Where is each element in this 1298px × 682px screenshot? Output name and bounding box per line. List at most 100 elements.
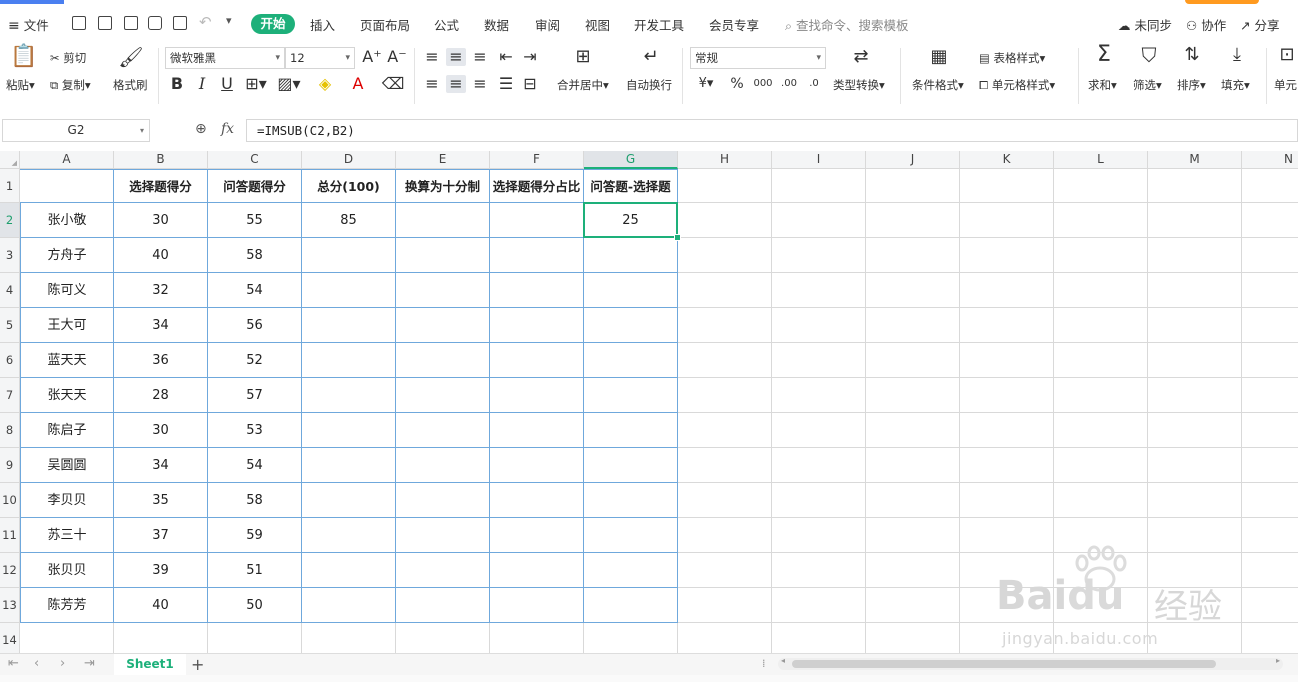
table-cell[interactable]: 35 (114, 483, 208, 518)
empty-cell[interactable] (866, 343, 960, 378)
student-name-cell[interactable]: 吴圆圆 (20, 448, 114, 483)
empty-cell[interactable] (1242, 238, 1298, 273)
first-sheet-icon[interactable]: ⇤ (8, 656, 19, 671)
table-cell[interactable] (490, 588, 584, 623)
empty-cell[interactable] (396, 623, 490, 653)
table-cell[interactable]: 25 (584, 203, 678, 238)
row-header-6[interactable]: 6 (0, 343, 20, 378)
cell-icon[interactable]: ⊡ (1276, 46, 1298, 64)
empty-cell[interactable] (960, 588, 1054, 623)
empty-cell[interactable] (678, 518, 772, 553)
empty-cell[interactable] (1148, 623, 1242, 653)
empty-cell[interactable] (960, 378, 1054, 413)
zoom-function-icon[interactable]: ⊕ (195, 121, 207, 137)
empty-cell[interactable] (1148, 378, 1242, 413)
sync-status[interactable]: ☁ 未同步 (1118, 15, 1172, 34)
scroll-right-icon[interactable]: ▸ (1276, 656, 1280, 665)
empty-cell[interactable] (960, 238, 1054, 273)
table-cell[interactable]: 39 (114, 553, 208, 588)
student-name-cell[interactable]: 方舟子 (20, 238, 114, 273)
empty-cell[interactable] (1242, 588, 1298, 623)
table-cell[interactable] (490, 483, 584, 518)
align-bottom-icon[interactable]: ≡ (470, 48, 490, 66)
table-header-cell[interactable]: 选择题得分占比 (490, 169, 584, 203)
table-cell[interactable]: 53 (208, 413, 302, 448)
fill-down-icon[interactable]: ⤓ (1225, 46, 1249, 64)
row-header-13[interactable]: 13 (0, 588, 20, 623)
clear-format-icon[interactable]: ⌫ (380, 75, 406, 93)
align-left-icon[interactable]: ≡ (422, 75, 442, 93)
table-cell[interactable]: 36 (114, 343, 208, 378)
tab-view[interactable]: 视图 (585, 15, 610, 34)
column-header-c[interactable]: C (208, 151, 302, 169)
share-button[interactable]: ↗ 分享 (1240, 15, 1279, 34)
row-header-8[interactable]: 8 (0, 413, 20, 448)
table-cell[interactable] (490, 448, 584, 483)
empty-cell[interactable] (1242, 343, 1298, 378)
empty-cell[interactable] (1148, 413, 1242, 448)
column-header-f[interactable]: F (490, 151, 584, 169)
table-cell[interactable] (396, 378, 490, 413)
empty-cell[interactable] (772, 203, 866, 238)
empty-cell[interactable] (866, 308, 960, 343)
quick-access-more-icon[interactable]: ▾ (226, 14, 232, 27)
paste-icon[interactable]: 📋 (10, 46, 37, 68)
tab-home[interactable]: 开始 (251, 14, 295, 34)
currency-icon[interactable]: ¥▾ (694, 75, 718, 93)
print-preview-icon[interactable] (173, 16, 187, 30)
table-cell[interactable] (302, 273, 396, 308)
fill-color-icon[interactable]: ◈ (312, 75, 338, 93)
justify-icon[interactable]: ☰ (496, 75, 516, 93)
number-format-select[interactable]: 常规 ▾ (690, 47, 826, 69)
empty-cell[interactable] (1054, 273, 1148, 308)
empty-cell[interactable] (960, 518, 1054, 553)
empty-cell[interactable] (1148, 483, 1242, 518)
align-center-icon[interactable]: ≡ (446, 75, 466, 93)
increase-indent-icon[interactable]: ⇥ (520, 48, 540, 66)
table-header-cell[interactable]: 选择题得分 (114, 169, 208, 203)
table-cell[interactable]: 58 (208, 483, 302, 518)
empty-cell[interactable] (866, 203, 960, 238)
scroll-split-icon[interactable]: ⁞ (762, 657, 766, 670)
empty-cell[interactable] (584, 623, 678, 653)
tab-data[interactable]: 数据 (484, 15, 509, 34)
align-right-icon[interactable]: ≡ (470, 75, 490, 93)
table-cell[interactable] (396, 343, 490, 378)
empty-cell[interactable] (960, 169, 1054, 203)
table-cell[interactable] (396, 483, 490, 518)
row-header-5[interactable]: 5 (0, 308, 20, 343)
increase-font-icon[interactable]: A⁺ (362, 48, 382, 66)
empty-cell[interactable] (1148, 518, 1242, 553)
empty-cell[interactable] (1054, 623, 1148, 653)
save-icon[interactable] (98, 16, 112, 30)
table-cell[interactable] (584, 378, 678, 413)
table-cell[interactable]: 30 (114, 203, 208, 238)
empty-cell[interactable] (678, 308, 772, 343)
empty-cell[interactable] (772, 238, 866, 273)
table-cell[interactable] (584, 273, 678, 308)
copy-button[interactable]: ⧉ 复制▾ (50, 77, 91, 93)
table-cell[interactable]: 32 (114, 273, 208, 308)
empty-cell[interactable] (866, 413, 960, 448)
empty-cell[interactable] (1148, 588, 1242, 623)
empty-cell[interactable] (1148, 343, 1242, 378)
wrap-text-button[interactable]: 自动换行 (626, 77, 672, 93)
prev-sheet-icon[interactable]: ‹ (34, 656, 39, 671)
table-style-button[interactable]: ▤ 表格样式▾ (979, 50, 1045, 66)
table-cell[interactable] (584, 553, 678, 588)
student-name-cell[interactable]: 蓝天天 (20, 343, 114, 378)
empty-cell[interactable] (1054, 343, 1148, 378)
table-cell[interactable]: 85 (302, 203, 396, 238)
empty-cell[interactable] (1054, 378, 1148, 413)
select-all-corner[interactable]: ◢ (0, 151, 20, 169)
collaborate-button[interactable]: ⚇ 协作 (1186, 15, 1226, 34)
align-top-icon[interactable]: ≡ (422, 48, 442, 66)
empty-cell[interactable] (866, 238, 960, 273)
table-cell[interactable] (490, 518, 584, 553)
table-cell[interactable] (396, 448, 490, 483)
empty-cell[interactable] (1242, 553, 1298, 588)
student-name-cell[interactable]: 陈启子 (20, 413, 114, 448)
table-cell[interactable] (396, 518, 490, 553)
empty-cell[interactable] (772, 553, 866, 588)
empty-cell[interactable] (1242, 413, 1298, 448)
